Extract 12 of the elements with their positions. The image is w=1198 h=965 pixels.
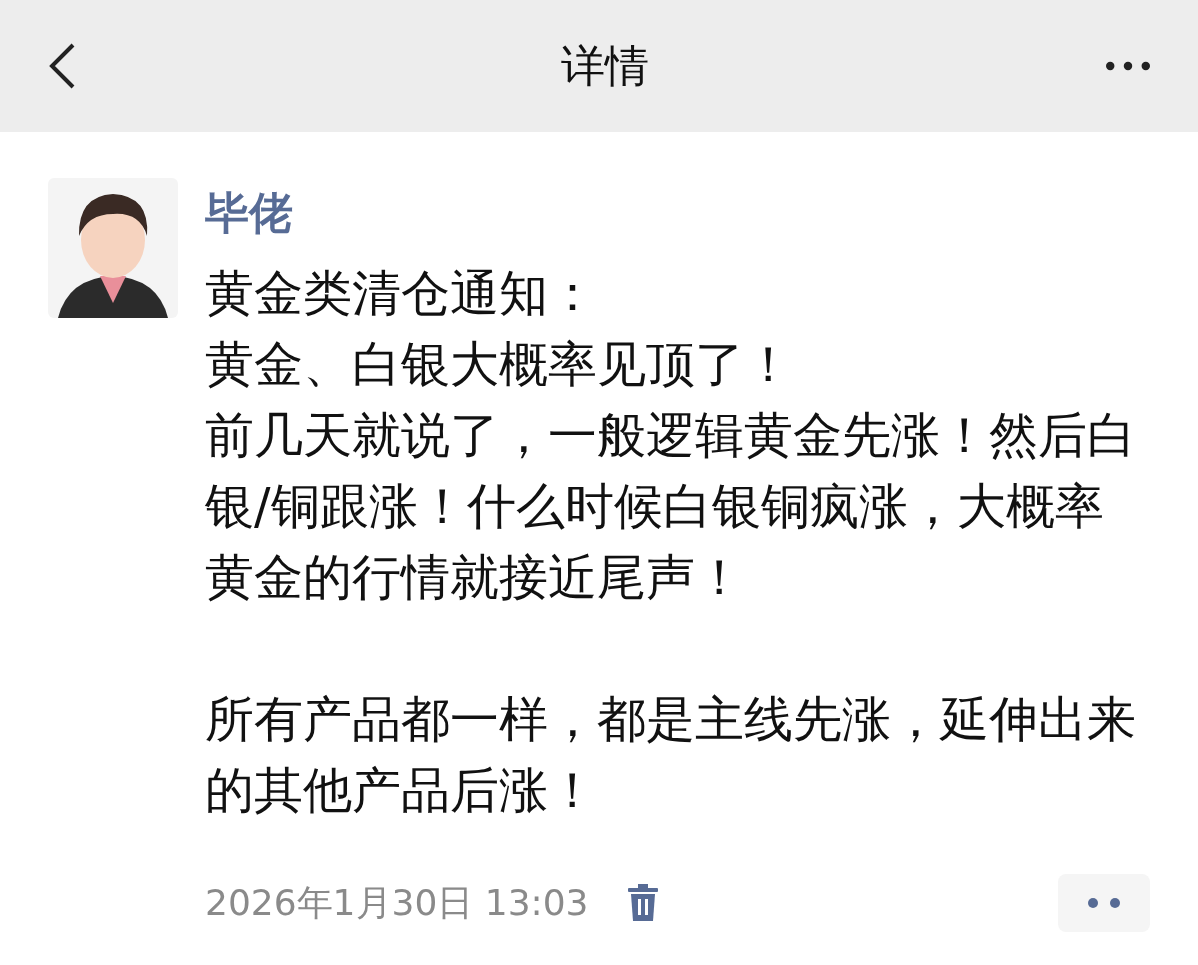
back-icon	[47, 42, 77, 90]
trash-icon	[626, 884, 659, 922]
post-text: 黄金类清仓通知：	[205, 264, 598, 324]
page-title: 详情	[561, 38, 649, 93]
comment-button[interactable]	[1058, 874, 1150, 932]
post-time: 2026年1月30日 13:03	[205, 880, 589, 925]
author-name[interactable]: 毕佬	[205, 178, 1158, 248]
post-text: 黄金、白银大概率见顶了！	[205, 335, 794, 395]
more-icon	[1106, 61, 1150, 71]
avatar[interactable]	[48, 178, 178, 318]
post-text: 所有产品都一样，都是主线先涨，延伸出来的其他产品后涨！	[205, 690, 1137, 821]
post-text: 前几天就说了，一般逻辑黄金先涨！然后白银/铜跟涨！什么时候白银铜疯涨，大概率黄金的行情就接近尾声！	[205, 406, 1137, 608]
